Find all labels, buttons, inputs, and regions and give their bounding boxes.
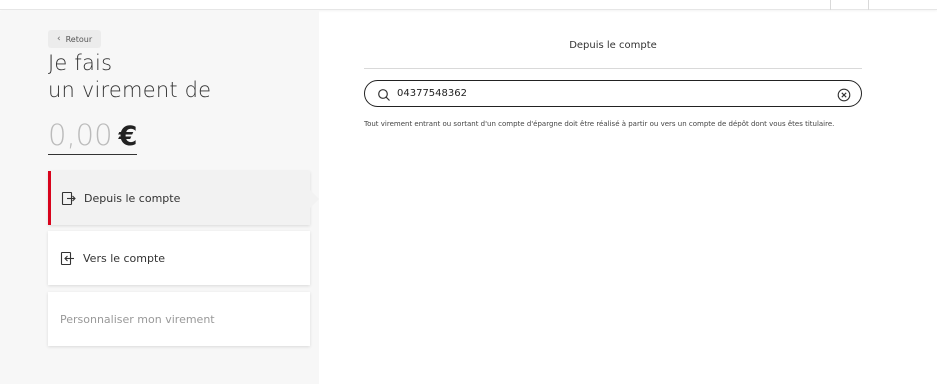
chevron-left-icon: ‹ [57, 34, 61, 44]
title-line-1: Je fais [48, 51, 113, 75]
page-title: Je fais un virement de [48, 50, 211, 104]
back-label: Retour [65, 34, 93, 44]
currency-symbol: € [118, 121, 138, 152]
section-heading: Depuis le compte [569, 40, 657, 51]
to-account-label: Vers le compte [83, 251, 166, 265]
info-note: Tout virement entrant ou sortant d'un co… [364, 120, 835, 128]
back-button[interactable]: ‹ Retour [48, 30, 102, 48]
account-search-input[interactable] [397, 88, 837, 99]
clear-icon[interactable] [837, 87, 851, 101]
from-account-label: Depuis le compte [84, 191, 181, 205]
account-out-icon [61, 191, 76, 206]
active-card-pointer [310, 190, 319, 208]
account-in-icon [60, 251, 75, 266]
heading-divider [364, 68, 862, 69]
top-bar-divider [868, 0, 869, 10]
top-bar-divider [830, 0, 831, 10]
customize-transfer-card[interactable]: Personnaliser mon virement [48, 292, 310, 346]
amount-field[interactable]: 0,00 € [48, 118, 138, 155]
title-line-2: un virement de [48, 78, 212, 102]
account-search-box[interactable] [364, 80, 862, 107]
customize-transfer-label: Personnaliser mon virement [60, 312, 215, 326]
top-bar [0, 0, 937, 10]
amount-value: 0,00 [48, 118, 113, 152]
search-icon [377, 87, 391, 101]
to-account-card[interactable]: Vers le compte [48, 231, 310, 285]
from-account-card[interactable]: Depuis le compte [48, 171, 310, 225]
